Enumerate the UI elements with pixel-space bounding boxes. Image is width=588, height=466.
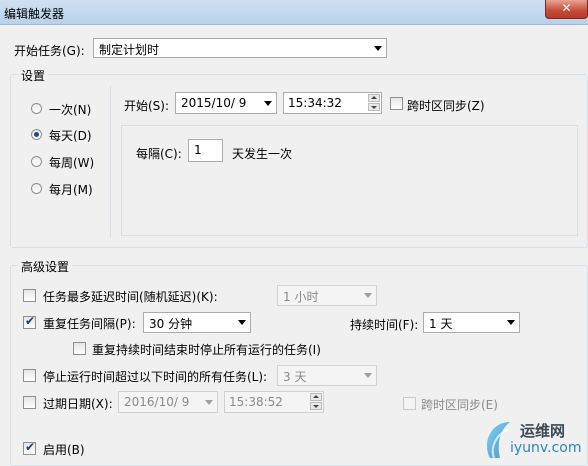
window-title: 编辑触发器 — [4, 7, 65, 21]
settings-divider — [110, 86, 111, 238]
radio-weekly-label[interactable]: 每周(W) — [49, 154, 94, 171]
delay-checkbox[interactable] — [23, 289, 36, 302]
radio-monthly[interactable] — [31, 183, 42, 194]
radio-once-label[interactable]: 一次(N) — [49, 101, 91, 118]
start-time-value: 15:34:32 — [288, 96, 342, 110]
chevron-down-icon — [507, 320, 515, 325]
duration-select[interactable]: 1 天 — [423, 312, 520, 333]
start-date-picker[interactable]: 2015/10/ 9 — [175, 92, 277, 114]
checkmark-icon: ✔ — [25, 314, 36, 328]
chevron-down-icon — [374, 46, 382, 51]
stop-longer-checkbox[interactable] — [23, 369, 36, 382]
duration-label: 持续时间(F): — [350, 318, 419, 332]
stop-at-end-label[interactable]: 重复持续时间结束时停止所有运行的任务(I) — [92, 341, 321, 358]
delay-select[interactable]: 1 小时 — [277, 285, 377, 306]
radio-monthly-label[interactable]: 每月(M) — [49, 181, 93, 198]
expire-date-picker[interactable]: 2016/10/ 9 — [118, 391, 218, 413]
duration-value: 1 天 — [429, 317, 453, 331]
chevron-down-icon — [364, 293, 372, 298]
every-days-input[interactable]: 1 — [188, 139, 223, 162]
sync-timezone-label[interactable]: 跨时区同步(Z) — [407, 97, 485, 114]
sync-timezone-checkbox[interactable] — [390, 97, 403, 110]
enabled-checkbox[interactable]: ✔ — [23, 440, 36, 455]
repeat-interval-select[interactable]: 30 分钟 — [143, 312, 251, 333]
expire-time-input[interactable]: 15:38:52 — [224, 391, 324, 413]
stop-longer-select[interactable]: 3 天 — [277, 365, 377, 386]
radio-daily[interactable] — [31, 129, 42, 140]
start-task-value: 制定计划时 — [99, 43, 160, 57]
time-spinner[interactable] — [310, 393, 322, 411]
close-button[interactable]: ✕ — [545, 0, 588, 19]
delay-label[interactable]: 任务最多延迟时间(随机延迟)(K): — [43, 288, 218, 305]
start-date-value: 2015/10/ 9 — [181, 96, 247, 110]
radio-once[interactable] — [31, 103, 42, 114]
expire-label[interactable]: 过期日期(X): — [43, 395, 113, 412]
enabled-label[interactable]: 启用(B) — [43, 441, 85, 458]
spin-down-icon[interactable] — [310, 402, 322, 410]
repeat-interval-value: 30 分钟 — [149, 317, 193, 331]
expire-checkbox[interactable] — [23, 396, 36, 409]
every-label: 每隔(C): — [136, 147, 182, 161]
spin-up-icon[interactable] — [310, 393, 322, 401]
radio-weekly[interactable] — [31, 156, 42, 167]
start-time-input[interactable]: 15:34:32 — [283, 92, 382, 114]
start-task-select[interactable]: 制定计划时 — [93, 38, 387, 58]
spin-down-icon[interactable] — [368, 103, 380, 111]
expire-sync-checkbox[interactable] — [403, 397, 416, 410]
stop-at-end-checkbox[interactable] — [73, 342, 86, 355]
every-suffix: 天发生一次 — [232, 147, 293, 161]
repeat-checkbox[interactable]: ✔ — [23, 314, 36, 329]
chevron-down-icon — [238, 320, 246, 325]
start-label: 开始(S): — [124, 99, 170, 113]
repeat-label[interactable]: 重复任务间隔(P): — [43, 315, 136, 332]
expire-time-value: 15:38:52 — [229, 395, 283, 409]
watermark-cn: 运维网 — [520, 422, 566, 440]
watermark-url: iyunv.com — [510, 440, 582, 456]
spin-up-icon[interactable] — [368, 94, 380, 102]
stop-longer-value: 3 天 — [283, 370, 307, 384]
start-task-label: 开始任务(G): — [14, 44, 85, 58]
title-bar: 编辑触发器 — [0, 0, 588, 25]
settings-group-title: 设置 — [18, 67, 49, 84]
advanced-group-title: 高级设置 — [18, 258, 73, 275]
expire-date-value: 2016/10/ 9 — [124, 395, 190, 409]
checkmark-icon: ✔ — [25, 440, 36, 454]
stop-longer-label[interactable]: 停止运行时间超过以下时间的所有任务(L): — [43, 368, 267, 385]
time-spinner[interactable] — [368, 94, 380, 112]
delay-value: 1 小时 — [283, 290, 319, 304]
chevron-down-icon — [264, 101, 272, 106]
close-icon: ✕ — [561, 1, 572, 15]
chevron-down-icon — [205, 400, 213, 405]
expire-sync-label[interactable]: 跨时区同步(E) — [421, 396, 498, 413]
watermark-logo: 运维网 iyunv.com — [480, 414, 586, 462]
every-days-value: 1 — [194, 143, 202, 157]
radio-daily-label[interactable]: 每天(D) — [49, 127, 92, 144]
chevron-down-icon — [364, 373, 372, 378]
